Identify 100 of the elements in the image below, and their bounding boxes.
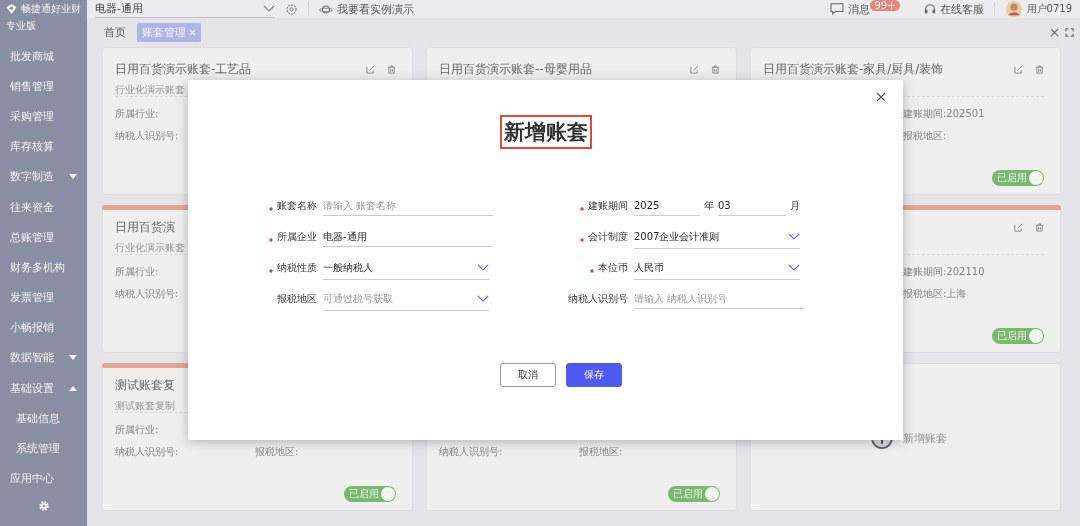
required-icon <box>269 269 273 273</box>
required-icon <box>580 207 584 211</box>
chevron-down-icon <box>477 264 489 271</box>
fullscreen-icon[interactable] <box>1065 27 1074 37</box>
sidebar-item[interactable]: 库存核算 <box>0 131 87 162</box>
card-title: 日用百货演示账套--母婴用品 <box>439 60 592 78</box>
card-title: 日用百货演示账套-家具/厨具/装饰 <box>763 60 944 78</box>
chat-icon <box>830 3 845 15</box>
select-field[interactable]: 一般纳税人 <box>323 256 489 280</box>
field-label: 账套名称 <box>277 199 317 213</box>
sidebar-item[interactable]: 采购管理 <box>0 101 87 132</box>
close-icon[interactable] <box>1050 27 1059 37</box>
input-field[interactable]: 请输入 纳税人识别号 <box>634 289 804 309</box>
edit-icon[interactable] <box>690 64 699 74</box>
period-label: 建账期间:202501 <box>903 108 985 119</box>
card-subtitle: 测试账套复制 <box>115 400 175 411</box>
sidebar-item[interactable]: 发票管理 <box>0 282 87 313</box>
year-unit: 年 <box>704 199 714 213</box>
add-card-label: 新增账套 <box>903 430 947 446</box>
edit-icon[interactable] <box>366 64 375 74</box>
brand-name: 畅捷通好业财 <box>21 2 81 16</box>
delete-icon[interactable] <box>711 64 720 74</box>
sidebar-item[interactable]: 批发商城 <box>0 41 87 72</box>
required-icon <box>590 269 594 273</box>
period-label: 建账期间:202110 <box>903 266 985 277</box>
settings-icon[interactable] <box>37 499 50 512</box>
caret-down-icon <box>69 355 77 361</box>
card-title: 日用百货演 <box>115 218 175 236</box>
company-select[interactable]: 电器-通用 <box>95 0 275 18</box>
field-label: 建账期间 <box>588 199 628 213</box>
sidebar-item[interactable]: 基础设置 <box>0 373 87 404</box>
sidebar-item[interactable]: 往来资金 <box>0 191 87 223</box>
delete-icon[interactable] <box>1035 64 1044 74</box>
required-icon <box>580 238 584 242</box>
tab[interactable]: 首页 <box>99 22 131 42</box>
settings-icon[interactable] <box>285 2 298 16</box>
required-icon <box>269 207 273 211</box>
headset-icon <box>923 3 936 15</box>
avatar-icon <box>1004 0 1023 18</box>
close-icon[interactable] <box>876 92 886 102</box>
select-field[interactable]: 人民币 <box>634 256 800 280</box>
sidebar-item[interactable]: 总账管理 <box>0 222 87 253</box>
status-toggle[interactable]: 已启用 <box>668 486 720 502</box>
card-title: 测试账套复 <box>115 376 175 394</box>
status-toggle[interactable]: 已启用 <box>992 170 1044 186</box>
sidebar-item[interactable]: 小畅报销 <box>0 312 87 343</box>
month-field[interactable]: 03 <box>718 196 786 216</box>
support-button[interactable]: 在线客服 <box>923 1 984 17</box>
delete-icon[interactable] <box>1035 222 1044 232</box>
chevron-down-icon <box>477 295 489 302</box>
tax-id-label: 纳税人识别号: <box>439 446 503 457</box>
edition-label: 专业版 <box>5 19 37 33</box>
messages-button[interactable]: 消息 <box>830 1 871 17</box>
month-unit: 月 <box>790 199 800 213</box>
tax-id-label: 纳税人识别号: <box>115 130 179 141</box>
delete-icon[interactable] <box>387 64 396 74</box>
demo-link[interactable]: 我要看实例演示 <box>319 1 414 17</box>
sidebar-item[interactable]: 财务多机构 <box>0 252 87 283</box>
chevron-down-icon <box>788 264 800 271</box>
required-icon <box>269 238 273 242</box>
edit-icon[interactable] <box>1014 64 1023 74</box>
field-label: 纳税性质 <box>277 261 317 275</box>
chevron-down-icon <box>788 233 800 240</box>
select-field[interactable]: 2007企业会计准则 <box>634 225 800 249</box>
notification-badge: 99+ <box>870 0 900 11</box>
tax-id-label: 纳税人识别号: <box>115 446 179 457</box>
sidebar-subitem[interactable]: 基础信息 <box>0 403 87 434</box>
region-label: 报税地区: <box>903 130 947 141</box>
sidebar-item[interactable]: 数字制造 <box>0 161 87 192</box>
industry-label: 所属行业: <box>115 266 159 277</box>
status-toggle[interactable]: 已启用 <box>992 328 1044 344</box>
industry-label: 所属行业: <box>115 108 159 119</box>
input-field[interactable]: 电器-通用 <box>323 227 493 247</box>
card-subtitle: 行业化演示账套 <box>115 242 185 253</box>
chevron-down-icon <box>263 5 275 12</box>
input-field[interactable]: 请输入 账套名称 <box>323 196 493 216</box>
region-label: 报税地区: <box>579 446 623 457</box>
tax-id-label: 纳税人识别号: <box>115 288 179 299</box>
sidebar-item[interactable]: 销售管理 <box>0 71 87 102</box>
status-toggle[interactable]: 已启用 <box>344 486 396 502</box>
region-label: 报税地区:上海 <box>903 288 967 299</box>
field-label: 报税地区 <box>277 292 317 306</box>
edit-icon[interactable] <box>1014 222 1023 232</box>
tab[interactable]: 账套管理 <box>137 22 201 42</box>
industry-label: 所属行业: <box>115 424 159 435</box>
region-label: 报税地区: <box>255 446 299 457</box>
field-label: 纳税人识别号 <box>568 292 628 306</box>
user-menu[interactable]: 用户0719 <box>1004 0 1072 18</box>
sidebar-item[interactable]: 数据智能 <box>0 342 87 374</box>
caret-down-icon <box>69 174 77 180</box>
select-field[interactable]: 可通过税号获取 <box>323 287 489 311</box>
field-label: 本位币 <box>598 261 628 275</box>
sidebar-subitem[interactable]: 系统管理 <box>0 433 87 464</box>
save-button[interactable]: 保存 <box>565 363 622 387</box>
cancel-button[interactable]: 取消 <box>499 363 556 387</box>
card-title: 日用百货演示账套-工艺品 <box>115 60 252 78</box>
year-field[interactable]: 2025 <box>634 196 700 216</box>
planet-icon <box>319 3 333 15</box>
sidebar-item[interactable]: 应用中心 <box>0 463 87 494</box>
card-subtitle: 行业化演示账套 <box>115 84 185 95</box>
